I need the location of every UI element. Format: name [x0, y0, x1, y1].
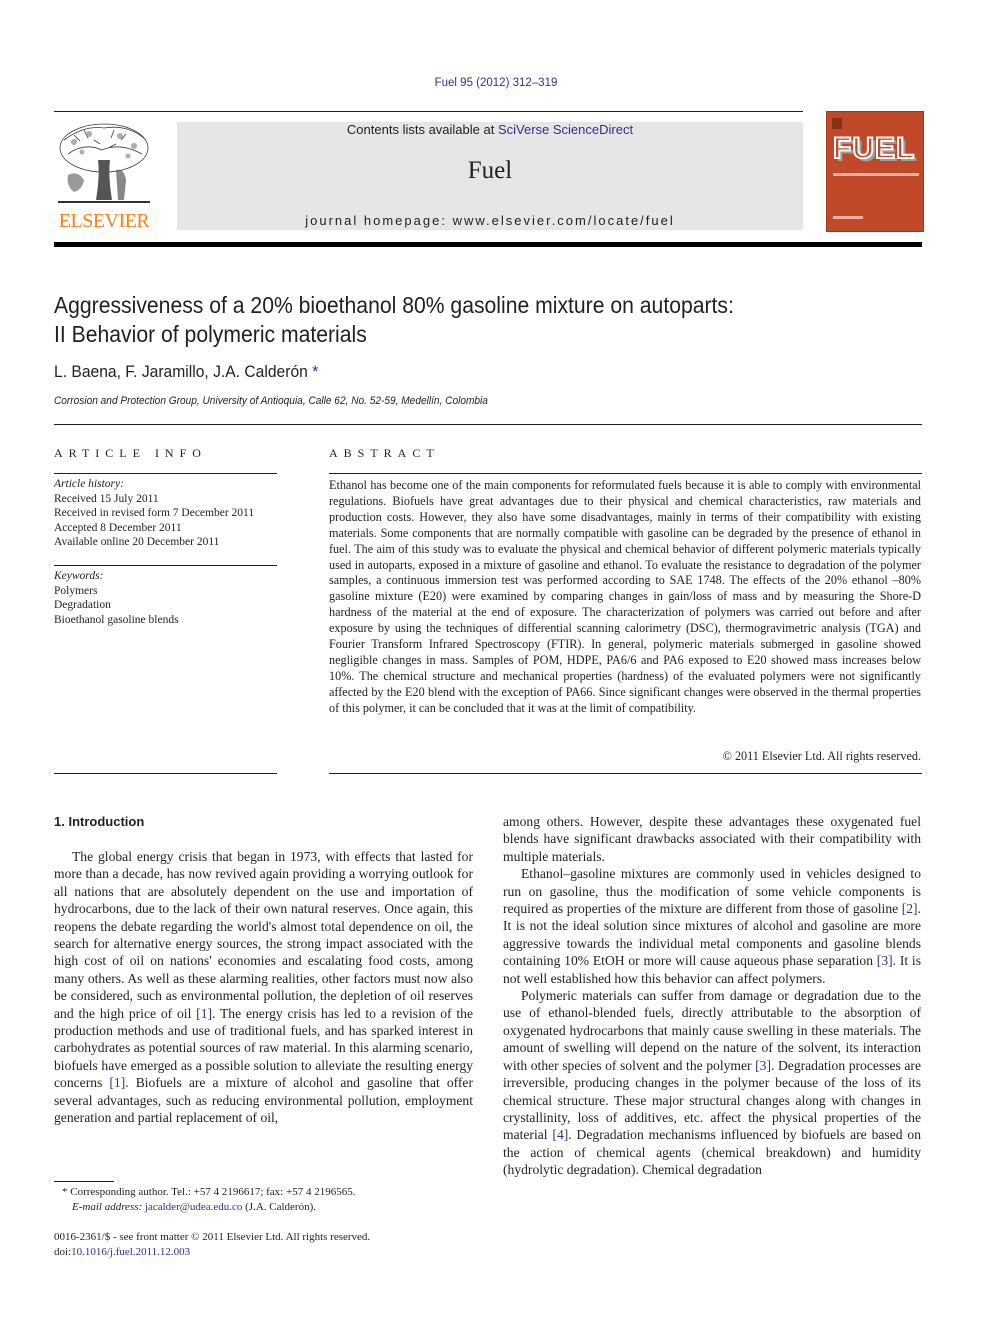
body-column-right: among others. However, despite these adv…	[503, 813, 921, 1179]
article-info-heading: ARTICLE INFO	[54, 446, 207, 460]
header-rule	[54, 111, 803, 112]
homepage-prefix: journal homepage:	[305, 213, 453, 228]
history-label: Article history:	[54, 478, 124, 490]
contents-prefix: Contents lists available at	[346, 122, 498, 137]
author-list: L. Baena, F. Jaramillo, J.A. Calderón *	[54, 362, 318, 382]
homepage-line: journal homepage: www.elsevier.com/locat…	[177, 213, 803, 228]
title-line-2: II Behavior of polymeric materials	[54, 321, 367, 347]
footnote: * Corresponding author. Tel.: +57 4 2196…	[54, 1185, 484, 1215]
keyword: Polymers	[54, 584, 98, 597]
paragraph: Ethanol–gasoline mixtures are commonly u…	[503, 865, 921, 987]
affiliation: Corrosion and Protection Group, Universi…	[54, 395, 488, 407]
abstract-bottom-rule	[329, 773, 922, 774]
reference-link[interactable]: [3]	[877, 953, 893, 968]
header-thick-rule	[54, 242, 922, 247]
contents-line: Contents lists available at SciVerse Sci…	[177, 122, 803, 137]
paragraph-text: Ethanol–gasoline mixtures are commonly u…	[503, 866, 921, 917]
history-revised: Received in revised form 7 December 2011	[54, 507, 255, 519]
history-online: Available online 20 December 2011	[54, 536, 220, 548]
cover-elsevier-emblem-icon	[832, 118, 842, 129]
affiliation-rule	[54, 424, 922, 425]
journal-cover-image: FUEL	[826, 111, 924, 232]
journal-name: Fuel	[467, 157, 513, 184]
article-history: Article history: Received 15 July 2011 R…	[54, 477, 254, 550]
body-column-left: The global energy crisis that began in 1…	[54, 848, 473, 1127]
homepage-url-link[interactable]: www.elsevier.com/locate/fuel	[453, 213, 675, 228]
doi-prefix: doi:	[54, 1246, 72, 1258]
footnote-contact: Corresponding author. Tel.: +57 4 219661…	[67, 1186, 356, 1198]
front-matter: 0016-2361/$ - see front matter © 2011 El…	[54, 1230, 484, 1260]
doi-link[interactable]: 10.1016/j.fuel.2011.12.003	[71, 1246, 190, 1258]
cover-title: FUEL	[832, 131, 916, 166]
footnote-rule	[54, 1181, 114, 1182]
reference-link[interactable]: [2]	[902, 901, 918, 916]
abstract-copyright: © 2011 Elsevier Ltd. All rights reserved…	[722, 749, 921, 763]
corresponding-author-mark[interactable]: *	[312, 362, 318, 381]
reference-link[interactable]: [1]	[109, 1075, 125, 1090]
paragraph: The global energy crisis that began in 1…	[54, 848, 473, 1127]
paragraph: among others. However, despite these adv…	[503, 814, 921, 864]
email-label: E-mail address:	[72, 1201, 143, 1213]
reference-link[interactable]: [3]	[755, 1058, 771, 1073]
reference-link[interactable]: [4]	[552, 1127, 568, 1142]
article-info-bottom-rule	[54, 773, 277, 774]
abstract-text: Ethanol has become one of the main compo…	[329, 478, 921, 715]
email-suffix: (J.A. Calderón).	[242, 1201, 317, 1213]
corresponding-author-note: * Corresponding author. Tel.: +57 4 2196…	[54, 1185, 484, 1200]
history-received: Received 15 July 2011	[54, 492, 159, 505]
article-info-rule	[54, 473, 277, 474]
keywords-label: Keywords:	[54, 570, 104, 582]
cover-subtitle-bar	[833, 173, 919, 176]
abstract-rule	[329, 473, 922, 474]
journal-banner: Contents lists available at SciVerse Sci…	[177, 122, 803, 230]
title-line-1: Aggressiveness of a 20% bioethanol 80% g…	[54, 292, 734, 318]
issn-line: 0016-2361/$ - see front matter © 2011 El…	[54, 1231, 371, 1243]
section-heading-introduction: 1. Introduction	[54, 814, 145, 829]
email-link[interactable]: jacalder@udea.edu.co	[145, 1201, 242, 1213]
keyword: Degradation	[54, 599, 111, 611]
email-line: E-mail address: jacalder@udea.edu.co (J.…	[54, 1200, 484, 1215]
abstract-heading: ABSTRACT	[329, 446, 440, 460]
keyword: Bioethanol gasoline blends	[54, 613, 179, 626]
elsevier-wordmark: ELSEVIER	[58, 210, 150, 232]
reference-link[interactable]: [1]	[196, 1006, 212, 1021]
doi-line: doi:10.1016/j.fuel.2011.12.003	[54, 1245, 484, 1260]
article-title: Aggressiveness of a 20% bioethanol 80% g…	[54, 291, 845, 349]
sciencedirect-link[interactable]: SciVerse ScienceDirect	[498, 122, 633, 137]
cover-editor-bar	[833, 216, 863, 219]
keywords: Keywords: Polymers Degradation Bioethano…	[54, 569, 179, 627]
journal-citation-link[interactable]: Fuel 95 (2012) 312–319	[0, 77, 992, 89]
authors-text: L. Baena, F. Jaramillo, J.A. Calderón	[54, 362, 308, 381]
paragraph-text: The global energy crisis that began in 1…	[54, 849, 473, 1021]
history-accepted: Accepted 8 December 2011	[54, 521, 182, 534]
paragraph: Polymeric materials can suffer from dama…	[503, 987, 921, 1178]
keywords-rule	[54, 565, 277, 566]
